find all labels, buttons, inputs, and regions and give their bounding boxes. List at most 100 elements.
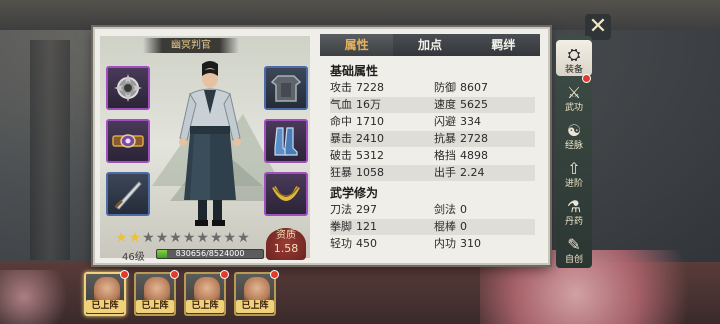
team-member-status: 已上阵	[236, 300, 274, 313]
armor-icon	[270, 75, 302, 102]
background-pillar	[30, 40, 70, 260]
side-menu-item[interactable]: ⛭ 装备	[556, 40, 592, 83]
background-blossom-left	[0, 270, 80, 324]
martial-stats-title: 武学修为	[330, 186, 379, 200]
side-menu-item[interactable]: ⚔ 武功	[556, 78, 592, 114]
stat-value: 1710	[356, 115, 384, 128]
stat-name: 轻功	[330, 237, 352, 250]
stats-tabs: 属性 加点 羁绊	[320, 34, 540, 56]
side-menu-label: 武功	[564, 103, 583, 113]
stat-name: 狂暴	[330, 166, 352, 179]
stat-value: 1058	[356, 166, 384, 179]
aptitude-badge: 资质 1.58	[266, 228, 306, 260]
tab-points[interactable]: 加点	[393, 34, 466, 56]
notification-dot	[120, 270, 129, 279]
team-member-status: 已上阵	[86, 300, 124, 313]
character-level: 46级	[122, 252, 145, 263]
stat-name: 出手	[434, 166, 456, 179]
belt-icon	[112, 134, 144, 148]
star-icon: ★	[115, 230, 128, 246]
star-icon: ★	[209, 230, 223, 246]
stat-value: 310	[460, 237, 481, 250]
equipment-slot-weapon[interactable]	[106, 172, 150, 216]
stat-row: 攻击 7228 防御 8607	[330, 80, 535, 96]
sword-icon	[114, 181, 142, 210]
equipment-slot-boots[interactable]	[264, 119, 308, 163]
equipment-slot-hidden-weapon[interactable]	[106, 66, 150, 110]
stat-value: 2.24	[460, 166, 485, 179]
tab-bonds[interactable]: 羁绊	[467, 34, 540, 56]
aptitude-value: 1.58	[273, 242, 299, 255]
stat-name: 棍棒	[434, 220, 456, 233]
stat-value: 450	[356, 237, 377, 250]
stat-name: 拳脚	[330, 220, 352, 233]
stat-value: 297	[356, 203, 377, 216]
stat-name: 速度	[434, 98, 456, 111]
stat-name: 破击	[330, 149, 352, 162]
character-figure	[179, 61, 241, 226]
shuriken-icon	[114, 74, 142, 102]
star-icon: ★	[237, 230, 250, 246]
stat-row: 气血 16万 速度 5625	[330, 97, 535, 113]
stat-name: 闪避	[434, 115, 456, 128]
boots-icon	[274, 127, 298, 156]
notification-dot	[270, 270, 279, 279]
stat-value: 0	[460, 203, 467, 216]
side-menu-item[interactable]: ⚗ 丹药	[556, 192, 592, 228]
meridian-icon: ☯	[566, 121, 582, 140]
stat-value: 4898	[460, 149, 488, 162]
equipment-slot-belt[interactable]	[106, 119, 150, 163]
stat-name: 攻击	[330, 81, 352, 94]
team-member-slot[interactable]: 已上阵	[134, 272, 176, 316]
scroll-icon: ✎	[567, 235, 581, 254]
side-menu-item[interactable]: ⇧ 进阶	[556, 154, 592, 190]
stat-value: 121	[356, 220, 377, 233]
close-icon: ✕	[588, 14, 608, 39]
stat-value: 16万	[356, 98, 381, 111]
person-icon: ⛭	[567, 45, 581, 64]
tab-attributes[interactable]: 属性	[320, 34, 394, 56]
team-member-slot[interactable]: 已上阵	[234, 272, 276, 316]
stat-value: 2728	[460, 132, 488, 145]
team-member-slot[interactable]: 已上阵	[184, 272, 226, 316]
star-icon: ★	[142, 230, 155, 246]
star-icon: ★	[169, 230, 182, 246]
stat-row: 拳脚 121 棍棒 0	[330, 219, 535, 235]
stat-name: 内功	[434, 237, 456, 250]
team-member-status: 已上阵	[136, 300, 174, 313]
stat-value: 0	[460, 220, 467, 233]
side-menu: ⛭ 装备 ⚔ 武功 ☯ 经脉 ⇧ 进阶 ⚗ 丹药 ✎ 自创	[556, 36, 592, 268]
background-roof	[0, 0, 720, 30]
star-icon: ★	[155, 230, 169, 246]
star-rating: ★ ★ ★ ★ ★ ★ ★ ★ ★ ★	[115, 230, 250, 246]
equipment-slot-armor[interactable]	[264, 66, 308, 110]
side-menu-item[interactable]: ☯ 经脉	[556, 116, 592, 152]
stat-row: 命中 1710 闪避 334	[330, 114, 535, 130]
martial-arts-icon: ⚔	[566, 83, 582, 102]
stat-name: 刀法	[330, 203, 352, 216]
star-icon: ★	[128, 230, 142, 246]
side-menu-label: 装备	[564, 65, 583, 75]
notification-dot	[220, 270, 229, 279]
notification-dot	[170, 270, 179, 279]
side-menu-item[interactable]: ✎ 自创	[556, 230, 592, 266]
stat-name: 格挡	[434, 149, 456, 162]
stat-value: 7228	[356, 81, 384, 94]
side-menu-label: 丹药	[564, 217, 583, 227]
aptitude-label: 资质	[276, 230, 296, 241]
stat-row: 破击 5312 格挡 4898	[330, 148, 535, 164]
side-menu-label: 自创	[564, 255, 583, 265]
star-icon: ★	[182, 230, 196, 246]
advance-icon: ⇧	[567, 159, 581, 178]
stat-value: 2410	[356, 132, 384, 145]
team-member-slot[interactable]: 已上阵	[84, 272, 126, 316]
equipment-slot-necklace[interactable]	[264, 172, 308, 216]
basic-stats-title: 基础属性	[330, 64, 379, 78]
side-menu-label: 进阶	[564, 179, 583, 189]
stat-name: 剑法	[434, 203, 456, 216]
stat-name: 气血	[330, 98, 352, 111]
stat-name: 防御	[434, 81, 456, 94]
stat-value: 5312	[356, 149, 384, 162]
stat-value: 5625	[460, 98, 488, 111]
exp-text: 830656/8524000	[175, 249, 245, 258]
